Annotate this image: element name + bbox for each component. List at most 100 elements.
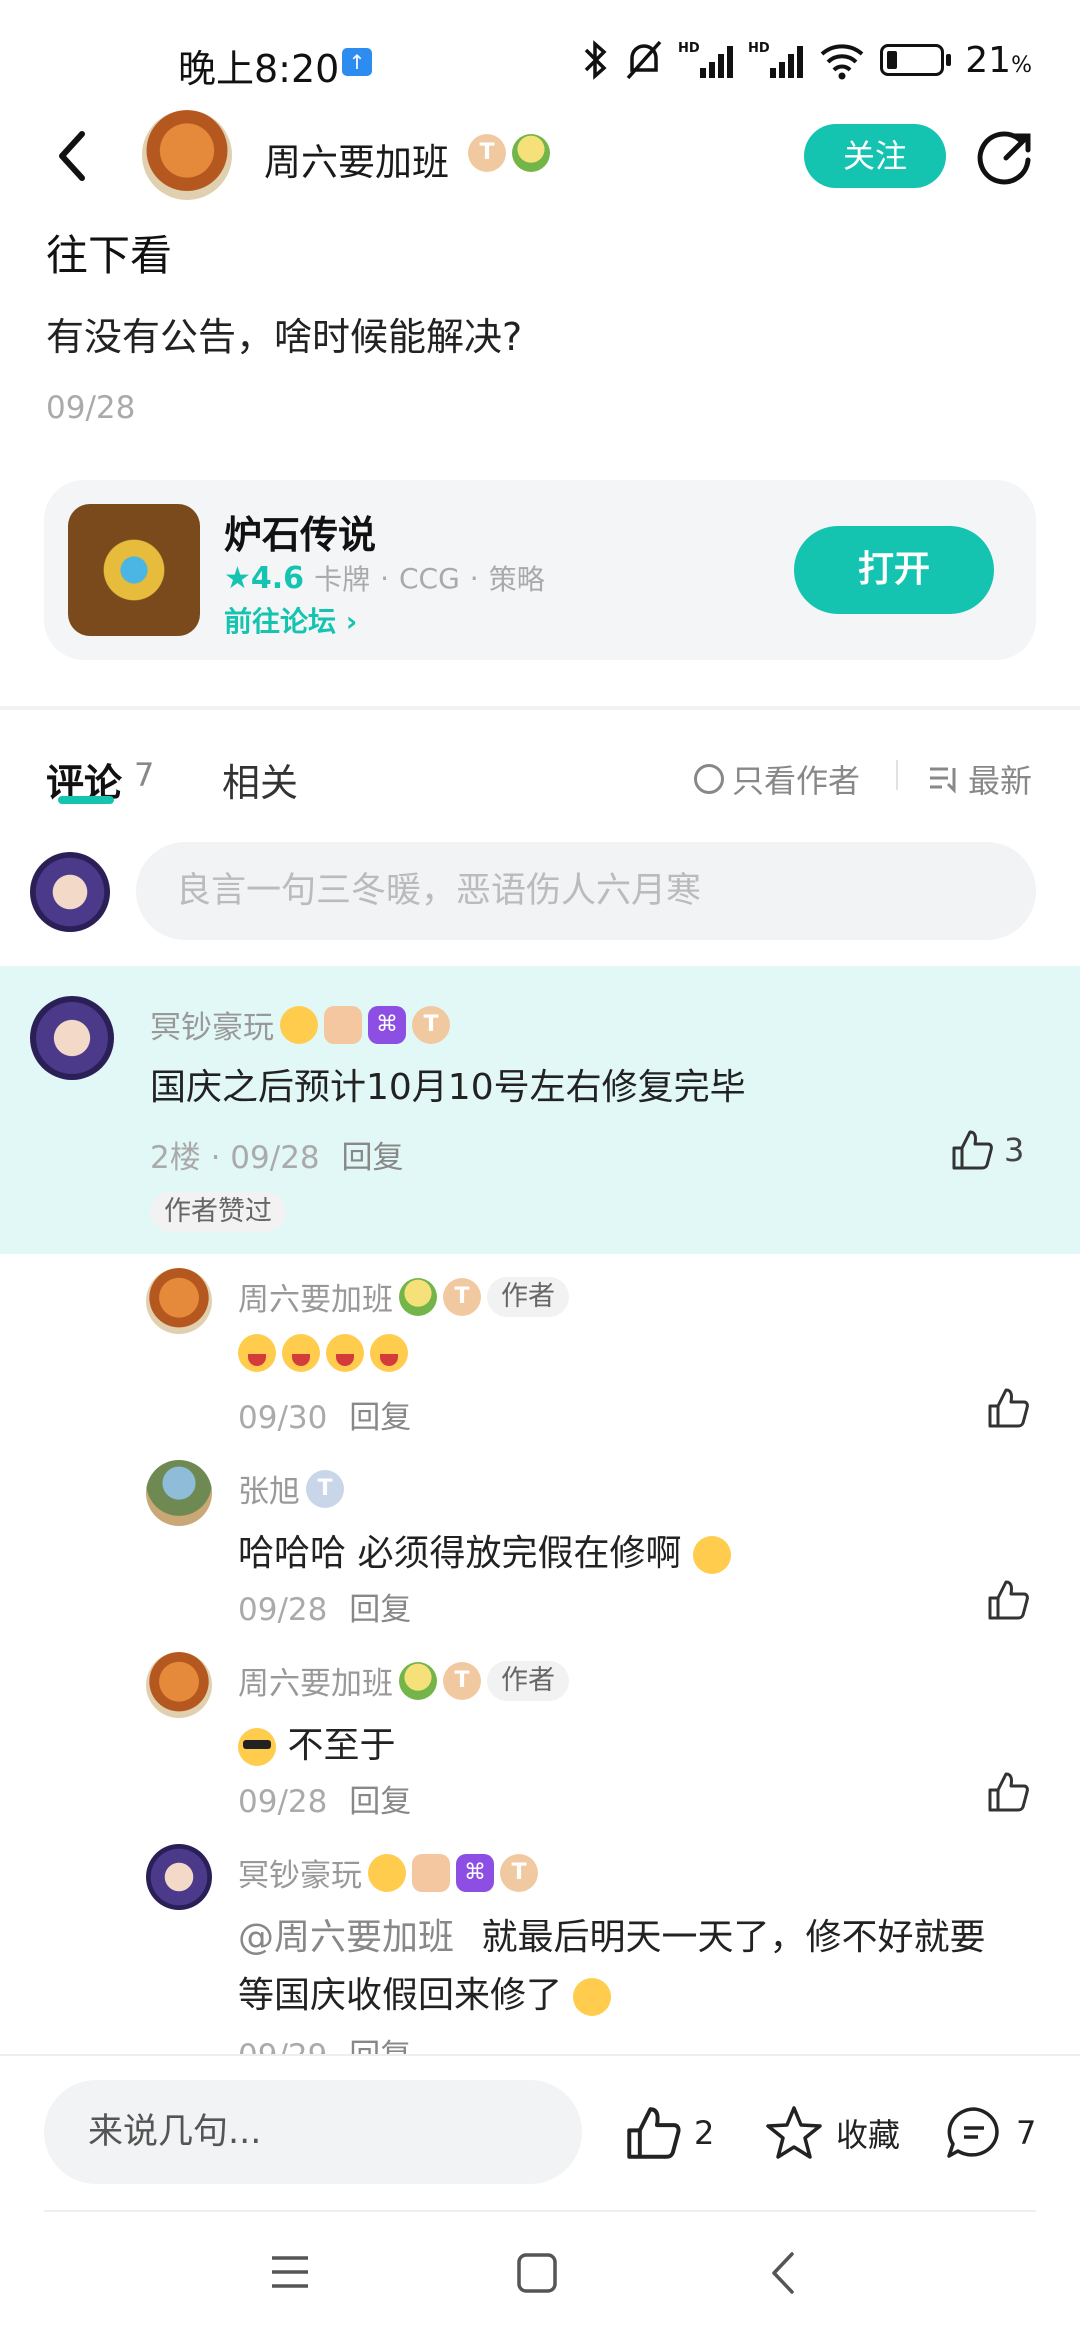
like-count: 3: [1004, 1131, 1025, 1169]
comment-input[interactable]: 良言一句三冬暖，恶语伤人六月寒: [136, 842, 1036, 940]
replier-avatar[interactable]: [146, 1652, 212, 1718]
star-icon: [766, 2106, 822, 2159]
thumbs-up-emoji-icon: [324, 1005, 362, 1044]
status-bar: 晚上8:20 ↑ HD HD 21%: [178, 39, 1032, 92]
reply-text: 就最后明天一天了，修不好就要: [481, 1917, 986, 1958]
author-name[interactable]: 周六要加班: [264, 132, 449, 186]
follow-button[interactable]: 关注: [804, 124, 946, 188]
chevron-right-icon: ›: [345, 605, 358, 638]
post-date: 09/28: [46, 390, 136, 426]
replier-name[interactable]: 周六要加班: [238, 1658, 393, 1703]
reply-date: 09/28: [238, 1592, 328, 1628]
author-avatar[interactable]: [142, 110, 232, 200]
open-app-button[interactable]: 打开: [794, 526, 994, 614]
reply-text: 哈哈哈 必须得放完假在修啊: [238, 1533, 682, 1574]
character-badge-icon: [512, 134, 550, 172]
post-body: 有没有公告，啥时候能解决?: [46, 315, 523, 359]
replier-name[interactable]: 张旭: [238, 1466, 300, 1511]
battery-percent: 21: [965, 39, 1012, 81]
comment-floor: 2楼: [150, 1140, 201, 1176]
reply-date: 09/30: [238, 1400, 328, 1436]
share-icon[interactable]: [976, 128, 1036, 188]
blush-emoji-icon: [573, 1978, 612, 2016]
signal-icon: HD: [678, 41, 734, 78]
author-liked-badge: 作者赞过: [150, 1192, 286, 1232]
reply-button[interactable]: 回复: [349, 1592, 411, 1628]
collect-button[interactable]: 收藏: [764, 2104, 900, 2162]
commenter-name[interactable]: 冥钞豪玩: [150, 1002, 274, 1047]
only-author-toggle[interactable]: 只看作者: [694, 756, 860, 802]
comment-date: 09/28: [230, 1140, 320, 1176]
comment-text: 国庆之后预计10月10号左右修复完毕: [150, 1067, 746, 1108]
home-nav-icon[interactable]: [516, 2252, 558, 2294]
laughing-emoji-icon: [326, 1334, 364, 1372]
mute-bell-icon: [626, 40, 662, 80]
reply-text-continued: 等国庆收假回来修了: [238, 1975, 563, 2016]
bottom-action-bar: 来说几句... 2 收藏 7: [0, 2054, 1080, 2214]
comments-button[interactable]: 7: [944, 2104, 1036, 2162]
reply-button[interactable]: 回复: [349, 1400, 411, 1436]
app-tag: 策略: [488, 563, 545, 596]
level-badge-icon: T: [468, 134, 506, 172]
app-rating: 4.6: [250, 560, 305, 596]
thumbs-up-icon[interactable]: [986, 1386, 1030, 1430]
section-divider: [0, 706, 1080, 710]
svg-text:HD: HD: [678, 41, 700, 56]
emoji-row: [238, 1334, 408, 1372]
app-tag: 卡牌: [314, 563, 371, 596]
author-tag: 作者: [487, 1276, 569, 1317]
thumbs-up-icon: [952, 1130, 993, 1170]
like-button[interactable]: 3: [950, 1128, 1024, 1172]
comments-count: 7: [134, 756, 155, 794]
reply-button[interactable]: 回复: [349, 1784, 411, 1820]
battery-icon: [880, 44, 945, 76]
yum-emoji-icon: [280, 1005, 318, 1044]
replier-avatar[interactable]: [146, 1460, 212, 1526]
sort-button[interactable]: 最新: [928, 756, 1032, 802]
forum-link[interactable]: 前往论坛 ›: [224, 600, 357, 640]
app-tag: CCG: [398, 561, 460, 595]
post-like-count: 2: [694, 2114, 715, 2152]
comment-item[interactable]: 冥钞豪玩 ⌘ T 国庆之后预计10月10号左右修复完毕 2楼 · 09/28 回…: [0, 966, 1080, 1254]
character-badge-icon: [399, 1661, 437, 1700]
laughing-emoji-icon: [238, 1334, 276, 1372]
tab-related[interactable]: 相关: [222, 752, 298, 807]
menu-nav-icon[interactable]: [268, 2252, 312, 2292]
replier-name[interactable]: 冥钞豪玩: [238, 1850, 362, 1895]
commenter-avatar[interactable]: [30, 996, 114, 1080]
mention-link[interactable]: @周六要加班: [238, 1917, 454, 1958]
level-badge-icon: T: [306, 1469, 344, 1508]
bluetooth-icon: [585, 40, 607, 80]
thumbs-up-icon[interactable]: [986, 1770, 1030, 1814]
laughing-emoji-icon: [282, 1334, 320, 1372]
gamepad-badge-icon: ⌘: [456, 1853, 494, 1892]
comment-bubble-icon: [947, 2107, 999, 2158]
say-something-input[interactable]: 来说几句...: [44, 2080, 582, 2184]
upload-notification-icon: ↑: [342, 48, 372, 76]
app-card[interactable]: 炉石传说 ★4.6 卡牌 · CCG · 策略 前往论坛 › 打开: [44, 480, 1036, 660]
reply-text: 不至于: [287, 1725, 396, 1766]
level-badge-icon: T: [443, 1661, 481, 1700]
level-badge-icon: T: [443, 1277, 481, 1316]
wifi-icon: [820, 44, 864, 80]
replier-name[interactable]: 周六要加班: [238, 1274, 393, 1319]
reply-date: 09/28: [238, 1784, 328, 1820]
sort-icon: [930, 767, 956, 794]
tab-active-indicator: [58, 796, 114, 804]
character-badge-icon: [399, 1277, 437, 1316]
replier-avatar[interactable]: [146, 1844, 212, 1910]
sunglasses-emoji-icon: [238, 1728, 276, 1766]
back-button[interactable]: [48, 126, 98, 186]
thumbs-up-icon[interactable]: [986, 1578, 1030, 1622]
radio-circle-icon: [694, 764, 724, 794]
author-tag: 作者: [487, 1660, 569, 1701]
hearthstone-app-icon: [68, 504, 200, 636]
svg-text:HD: HD: [748, 41, 770, 56]
post-like-button[interactable]: 2: [624, 2104, 714, 2162]
replier-avatar[interactable]: [146, 1268, 212, 1334]
system-navigation-bar: [0, 2212, 1080, 2340]
collect-label: 收藏: [836, 2116, 901, 2154]
app-meta: ★4.6 卡牌 · CCG · 策略: [224, 558, 545, 598]
back-nav-icon[interactable]: [768, 2250, 798, 2296]
reply-button[interactable]: 回复: [342, 1140, 404, 1176]
